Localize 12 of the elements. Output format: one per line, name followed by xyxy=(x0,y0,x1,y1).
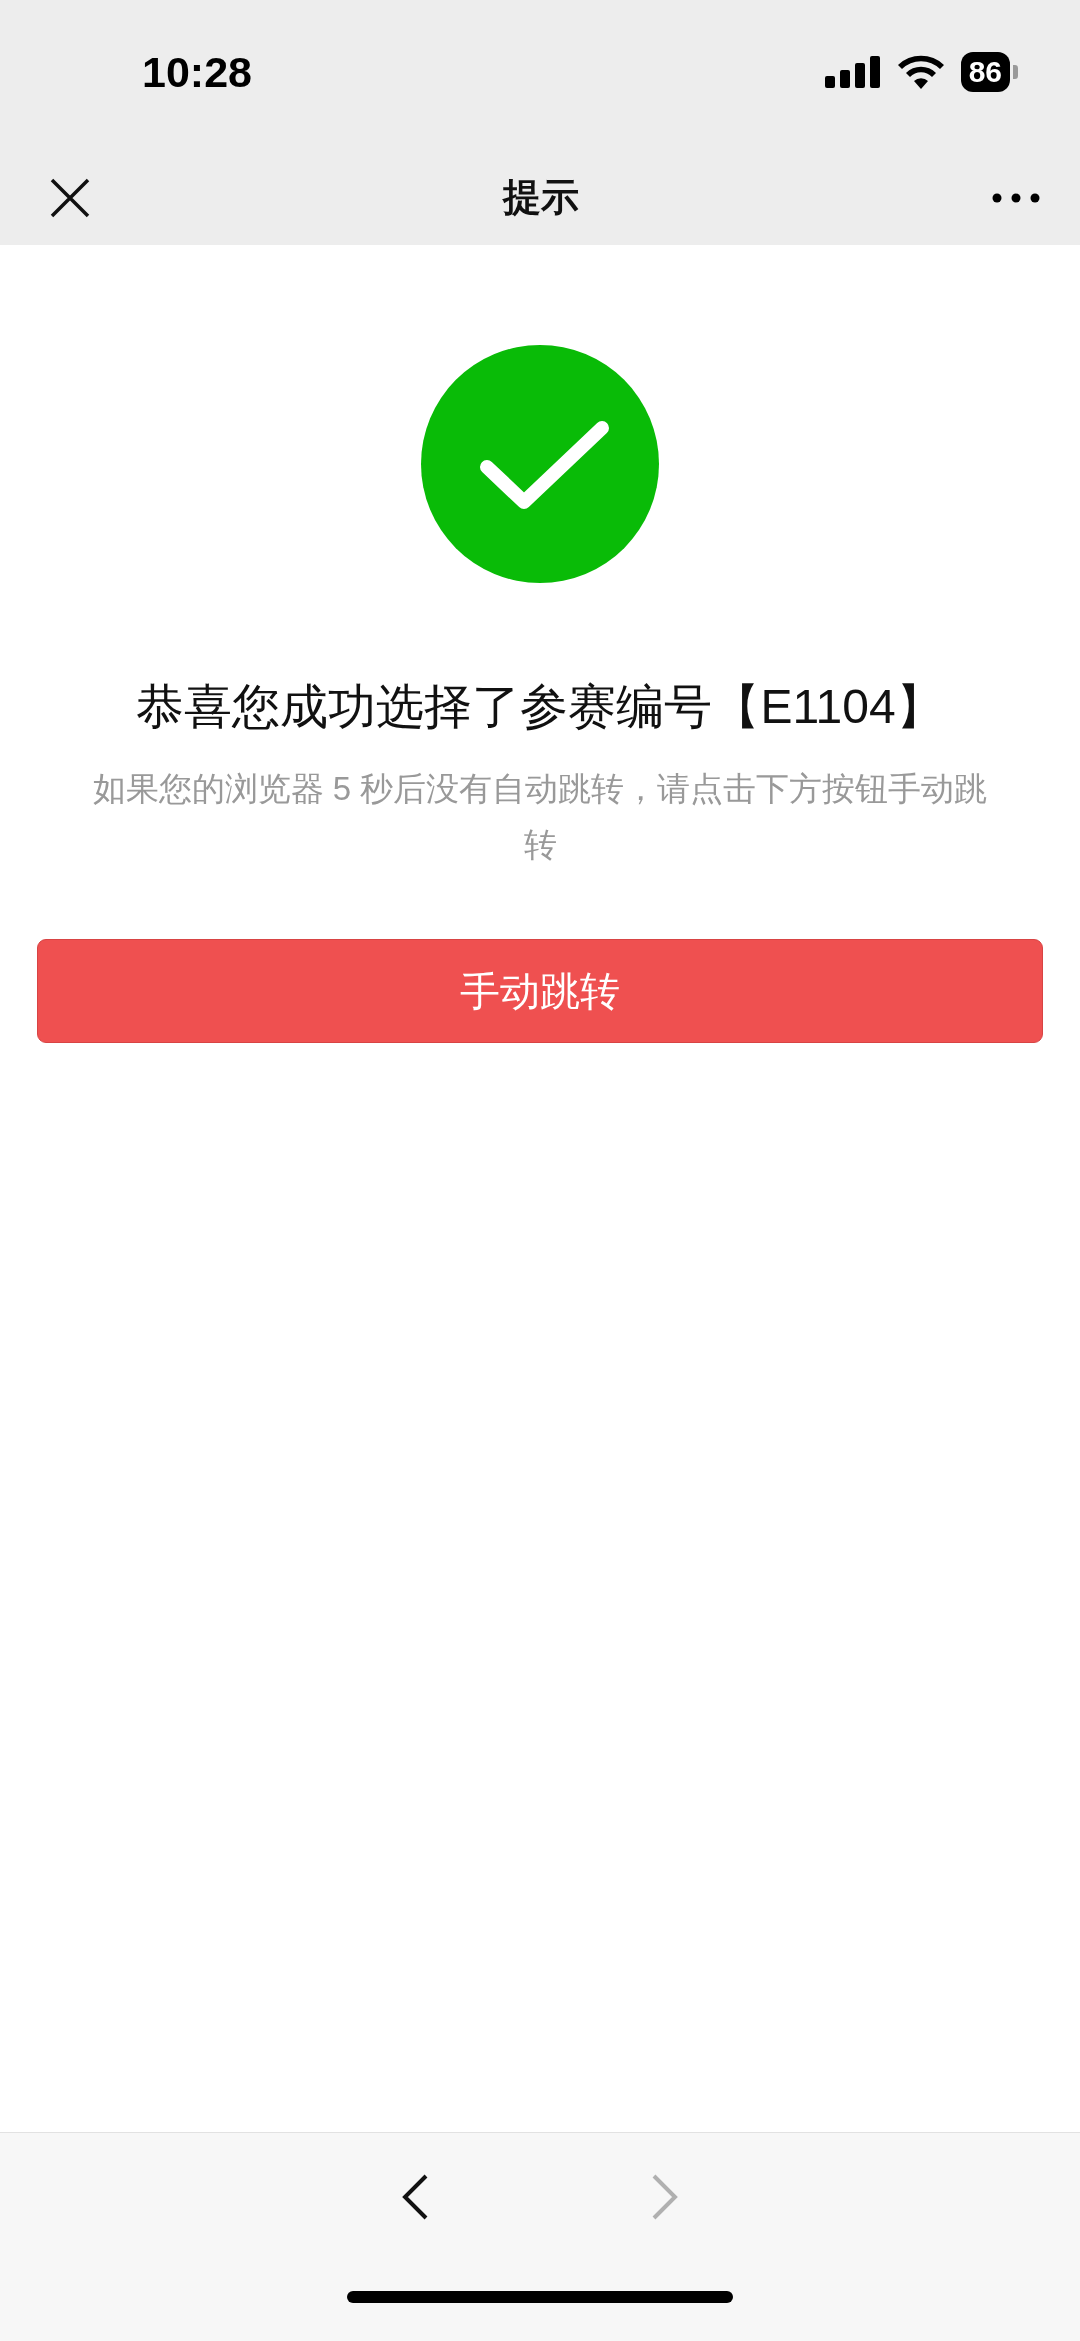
success-check-icon xyxy=(421,345,659,583)
success-title: 恭喜您成功选择了参赛编号【E1104】 xyxy=(136,679,944,735)
page-title: 提示 xyxy=(503,175,579,220)
redirect-message: 如果您的浏览器 5 秒后没有自动跳转，请点击下方按钮手动跳转 xyxy=(91,769,989,865)
more-button[interactable] xyxy=(992,192,1040,203)
close-button[interactable] xyxy=(50,177,90,218)
battery-indicator: 86 xyxy=(960,52,1018,92)
redirect-button[interactable]: 手动跳转 xyxy=(37,939,1043,1043)
status-time: 10:28 xyxy=(142,47,252,97)
signal-icon xyxy=(824,56,881,88)
wifi-icon xyxy=(896,55,945,89)
back-button[interactable] xyxy=(400,2173,430,2221)
